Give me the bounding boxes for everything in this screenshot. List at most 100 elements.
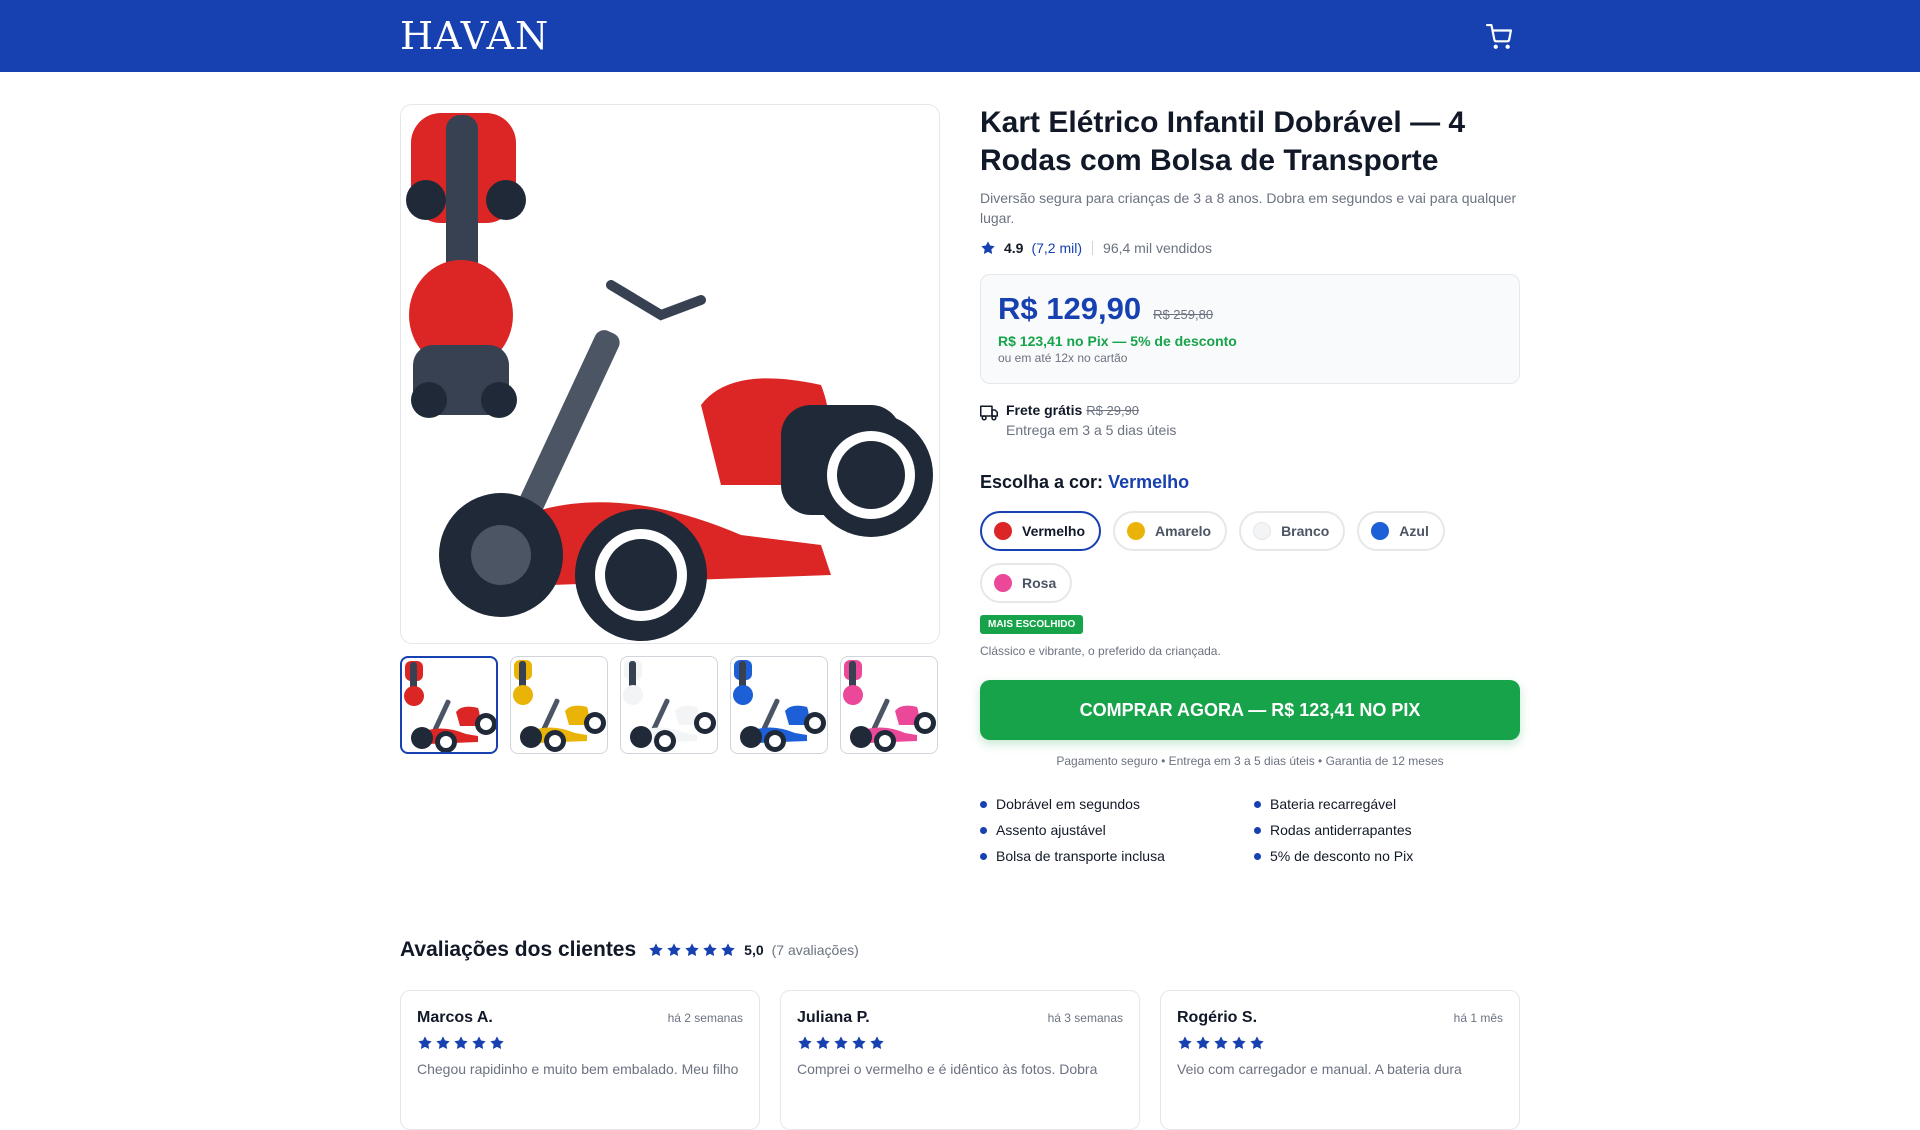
feature-text: Bateria recarregável (1270, 796, 1397, 812)
color-option-azul[interactable]: Azul (1357, 511, 1445, 551)
star-icon (1196, 1036, 1210, 1049)
star-icon (870, 1036, 884, 1049)
star-icon (418, 1036, 432, 1049)
product-thumbnail[interactable] (400, 656, 498, 754)
shipping-info: Frete grátis R$ 29,90 Entrega em 3 a 5 di… (980, 402, 1520, 438)
color-option-label: Branco (1281, 523, 1330, 539)
color-option-label: Vermelho (1022, 523, 1086, 539)
price-old: R$ 259,80 (1153, 307, 1214, 322)
bullet-dot (1254, 800, 1261, 808)
review-text: Veio com carregador e manual. A bateria … (1177, 1061, 1462, 1077)
price-box: R$ 129,90 R$ 259,80 R$ 123,41 no Pix — 5… (980, 274, 1520, 384)
color-option-amarelo[interactable]: Amarelo (1113, 511, 1228, 551)
sold-count: 96,4 mil vendidos (1103, 240, 1212, 256)
review-card: Juliana P. há 3 semanas Comprei o vermelho… (780, 990, 1140, 1130)
shipping-label: Frete grátis (1006, 402, 1083, 418)
star-icon (1214, 1036, 1228, 1049)
star-icon (798, 1036, 812, 1049)
rating-value: 4.9 (1004, 240, 1024, 256)
kart-thumbnail-illustration (513, 660, 606, 752)
color-label: Escolha a cor: (980, 472, 1104, 492)
product-thumbnail[interactable] (840, 656, 938, 754)
review-date: há 3 semanas (1047, 1011, 1123, 1025)
price: R$ 129,90 (998, 291, 1142, 326)
review-date: há 1 mês (1453, 1011, 1503, 1025)
review-stars (417, 1035, 743, 1051)
review-date: há 2 semanas (667, 1011, 743, 1025)
feature-item: Bolsa de transporte inclusa (980, 848, 1254, 864)
bullet-dot (980, 852, 987, 860)
feature-text: Assento ajustável (996, 822, 1106, 838)
feature-item: Bateria recarregável (1254, 796, 1520, 812)
bullet-dot (980, 800, 987, 808)
rating-row: 4.9 (7,2 mil) 96,4 mil vendidos (980, 240, 1520, 256)
star-icon (649, 943, 663, 956)
kart-thumbnail-illustration (843, 660, 936, 752)
feature-item: 5% de desconto no Pix (1254, 848, 1520, 864)
reviewer-name: Marcos A. (417, 1009, 493, 1026)
color-dot (994, 522, 1012, 540)
buy-now-button[interactable]: COMPRAR AGORA — R$ 123,41 NO PIX (980, 680, 1520, 740)
reviewer-name: Rogério S. (1177, 1009, 1258, 1026)
product-main-image[interactable] (400, 104, 940, 644)
color-dot (1127, 522, 1146, 540)
secure-note: Pagamento seguro • Entrega em 3 a 5 dias… (1056, 754, 1444, 768)
reviewer-name: Juliana P. (797, 1009, 870, 1026)
star-icon (454, 1036, 468, 1049)
star-icon (981, 241, 995, 254)
color-option-vermelho[interactable]: Vermelho (980, 511, 1102, 551)
color-option-branco[interactable]: Branco (1239, 511, 1346, 551)
star-icon (472, 1036, 486, 1049)
review-card: Marcos A. há 2 semanas Chegou rapidinho e … (400, 990, 760, 1130)
shopping-cart-icon[interactable] (1486, 24, 1512, 50)
feature-list: Dobrável em segundos Bateria recarregável… (980, 796, 1520, 864)
review-stars (797, 1035, 1123, 1051)
product-gallery (400, 104, 940, 754)
review-stars (1177, 1035, 1503, 1051)
color-option-label: Amarelo (1155, 523, 1212, 539)
color-heading: Escolha a cor: Vermelho (980, 472, 1520, 493)
truck-icon (980, 405, 998, 421)
reviews-average: 5,0 (744, 942, 764, 958)
bullet-dot (980, 826, 987, 834)
rating-count-link[interactable]: (7,2 mil) (1031, 240, 1082, 256)
bullet-dot (1254, 852, 1261, 860)
review-text: Comprei o vermelho e é idêntico às fotos… (797, 1061, 1098, 1077)
star-icon (1178, 1036, 1192, 1049)
review-text: Chegou rapidinho e muito bem embalado. M… (417, 1061, 739, 1077)
divider (1092, 241, 1094, 255)
feature-text: Dobrável em segundos (996, 796, 1140, 812)
color-option-rosa[interactable]: Rosa (980, 563, 1073, 603)
star-icon (834, 1036, 848, 1049)
product-thumbnail[interactable] (620, 656, 718, 754)
product-thumbnail[interactable] (510, 656, 608, 754)
kart-thumbnail-illustration (623, 660, 716, 752)
review-card: Rogério S. há 1 mês Veio com carregador e … (1160, 990, 1520, 1130)
star-icon (721, 943, 735, 956)
color-option-label: Azul (1399, 523, 1429, 539)
feature-item: Rodas antiderrapantes (1254, 822, 1520, 838)
reviews-title: Avaliações dos clientes (400, 938, 637, 961)
reviews-stars (648, 942, 736, 958)
most-chosen-badge: MAIS ESCOLHIDO (980, 615, 1084, 634)
product-subtitle: Diversão segura para crianças de 3 a 8 a… (980, 190, 1517, 226)
shipping-eta: Entrega em 3 a 5 dias úteis (1006, 422, 1177, 438)
reviews-header: Avaliações dos clientes 5,0 (7 avaliaçõe… (400, 938, 859, 962)
review-cards: Marcos A. há 2 semanas Chegou rapidinho e … (400, 990, 1520, 1130)
star-icon (1250, 1036, 1264, 1049)
star-icon (685, 943, 699, 956)
reviews-count: (7 avaliações) (771, 942, 859, 958)
feature-text: 5% de desconto no Pix (1270, 848, 1414, 864)
star-icon (852, 1036, 866, 1049)
product-title: Kart Elétrico Infantil Dobrável — 4 Roda… (980, 106, 1466, 177)
havan-logo[interactable]: HAVAN (400, 14, 549, 58)
feature-text: Rodas antiderrapantes (1270, 822, 1412, 838)
color-selected: Vermelho (1108, 472, 1190, 492)
star-icon (1232, 1036, 1246, 1049)
product-info: Kart Elétrico Infantil Dobrável — 4 Roda… (980, 104, 1520, 864)
color-option-label: Rosa (1022, 575, 1057, 591)
feature-item: Assento ajustável (980, 822, 1254, 838)
product-thumbnail[interactable] (730, 656, 828, 754)
feature-item: Dobrável em segundos (980, 796, 1254, 812)
thumbnail-strip (400, 656, 940, 754)
